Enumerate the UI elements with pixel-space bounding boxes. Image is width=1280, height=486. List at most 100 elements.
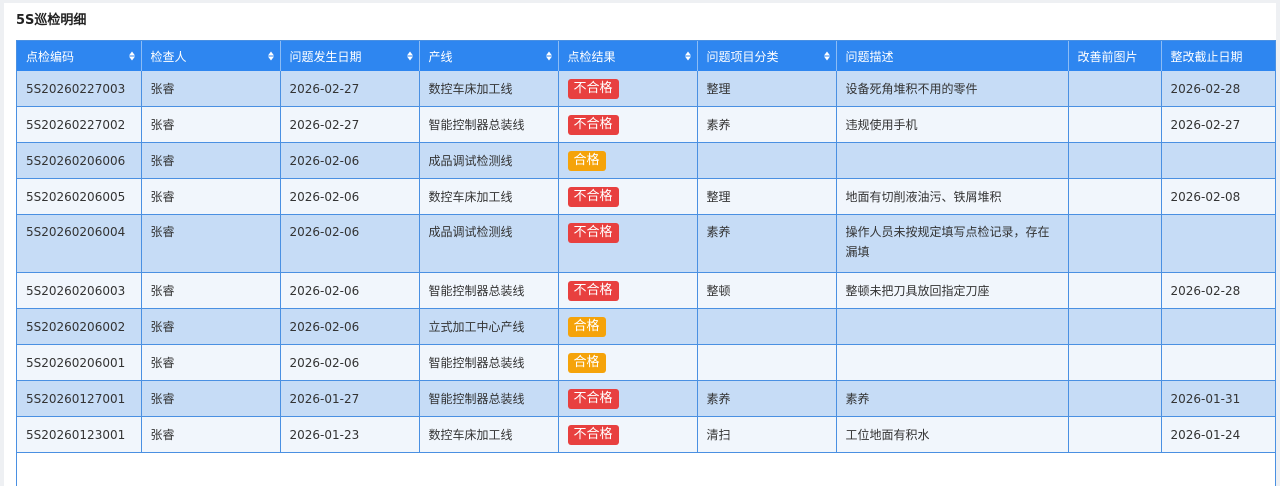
result-badge: 不合格 <box>567 79 619 99</box>
table-row[interactable]: 5S20260227002 张睿 2026-02-27 智能控制器总装线 不合格 素养 违规… <box>17 106 1275 143</box>
cell-image <box>1068 71 1162 107</box>
column-header-code[interactable]: 点检编码 <box>17 41 142 71</box>
table-row[interactable]: 5S20260127001 张睿 2026-01-27 智能控制器总装线 不合格 素养 素养… <box>17 380 1275 417</box>
cell-deadline <box>1161 344 1275 381</box>
cell-description: 素养 <box>836 380 1069 417</box>
cell-category: 清扫 <box>697 416 837 453</box>
cell-result: 不合格 <box>558 178 698 215</box>
cell-category: 整顿 <box>697 272 837 309</box>
cell-code: 5S20260206002 <box>17 308 142 345</box>
cell-inspector: 张睿 <box>141 178 281 215</box>
result-badge: 不合格 <box>567 425 619 445</box>
cell-description: 违规使用手机 <box>836 106 1069 143</box>
result-badge: 不合格 <box>567 187 619 207</box>
cell-category: 素养 <box>697 106 837 143</box>
cell-line: 立式加工中心产线 <box>419 308 559 345</box>
column-header-label: 问题发生日期 <box>289 49 362 64</box>
column-header-inspector[interactable]: 检查人 <box>141 41 281 71</box>
cell-code: 5S20260123001 <box>17 416 142 453</box>
cell-image <box>1068 416 1162 453</box>
result-badge: 不合格 <box>567 281 619 301</box>
column-header-description: 问题描述 <box>836 41 1069 71</box>
column-header-label: 整改截止日期 <box>1170 49 1243 64</box>
inspection-table: 点检编码 检查人 问题发生日期 产线 点检结果 问题项目分类 问题描述 改善前图… <box>17 41 1275 453</box>
inspection-table-container[interactable]: 点检编码 检查人 问题发生日期 产线 点检结果 问题项目分类 问题描述 改善前图… <box>16 40 1276 486</box>
table-row[interactable]: 5S20260206001 张睿 2026-02-06 智能控制器总装线 合格 <box>17 344 1275 381</box>
inspection-detail-panel: 5S巡检明细 点检编码 检查人 问题发生日期 产线 点检结果 问题项目分类 问题… <box>4 3 1276 486</box>
sort-icon[interactable] <box>406 51 413 61</box>
cell-deadline: 2026-01-24 <box>1161 416 1275 453</box>
result-badge: 合格 <box>567 151 606 171</box>
cell-date: 2026-02-27 <box>280 71 420 107</box>
cell-result: 合格 <box>558 308 698 345</box>
cell-deadline: 2026-02-27 <box>1161 106 1275 143</box>
cell-deadline: 2026-02-28 <box>1161 71 1275 107</box>
sort-icon[interactable] <box>684 51 691 61</box>
cell-code: 5S20260206005 <box>17 178 142 215</box>
cell-description <box>836 344 1069 381</box>
cell-code: 5S20260206004 <box>17 214 142 273</box>
table-row[interactable]: 5S20260123001 张睿 2026-01-23 数控车床加工线 不合格 清扫 工位地… <box>17 416 1275 453</box>
cell-image <box>1068 178 1162 215</box>
cell-result: 不合格 <box>558 272 698 309</box>
cell-date: 2026-02-06 <box>280 344 420 381</box>
cell-inspector: 张睿 <box>141 214 281 273</box>
cell-date: 2026-02-27 <box>280 106 420 143</box>
cell-inspector: 张睿 <box>141 106 281 143</box>
cell-deadline <box>1161 142 1275 179</box>
column-header-label: 改善前图片 <box>1077 49 1138 64</box>
cell-date: 2026-01-27 <box>280 380 420 417</box>
column-header-category[interactable]: 问题项目分类 <box>697 41 837 71</box>
cell-description: 整顿未把刀具放回指定刀座 <box>836 272 1069 309</box>
table-row[interactable]: 5S20260206006 张睿 2026-02-06 成品调试检测线 合格 <box>17 142 1275 179</box>
column-header-date[interactable]: 问题发生日期 <box>280 41 420 71</box>
result-badge: 不合格 <box>567 115 619 135</box>
cell-description: 工位地面有积水 <box>836 416 1069 453</box>
cell-image <box>1068 308 1162 345</box>
table-row[interactable]: 5S20260206003 张睿 2026-02-06 智能控制器总装线 不合格 整顿 整顿… <box>17 272 1275 309</box>
cell-inspector: 张睿 <box>141 380 281 417</box>
cell-code: 5S20260206006 <box>17 142 142 179</box>
column-header-line[interactable]: 产线 <box>419 41 559 71</box>
table-row[interactable]: 5S20260227003 张睿 2026-02-27 数控车床加工线 不合格 整理 设备死… <box>17 71 1275 107</box>
table-row[interactable]: 5S20260206005 张睿 2026-02-06 数控车床加工线 不合格 整理 地面有… <box>17 178 1275 215</box>
cell-code: 5S20260227002 <box>17 106 142 143</box>
cell-category <box>697 142 837 179</box>
cell-line: 数控车床加工线 <box>419 71 559 107</box>
cell-image <box>1068 214 1162 273</box>
cell-description <box>836 308 1069 345</box>
cell-inspector: 张睿 <box>141 344 281 381</box>
column-header-image: 改善前图片 <box>1068 41 1162 71</box>
cell-result: 不合格 <box>558 71 698 107</box>
result-badge: 合格 <box>567 317 606 337</box>
cell-deadline: 2026-01-31 <box>1161 380 1275 417</box>
cell-result: 不合格 <box>558 106 698 143</box>
sort-icon[interactable] <box>128 51 135 61</box>
cell-inspector: 张睿 <box>141 71 281 107</box>
column-header-result[interactable]: 点检结果 <box>558 41 698 71</box>
sort-icon[interactable] <box>823 51 830 61</box>
cell-result: 合格 <box>558 344 698 381</box>
cell-result: 不合格 <box>558 380 698 417</box>
table-row[interactable]: 5S20260206004 张睿 2026-02-06 成品调试检测线 不合格 素养 操作人… <box>17 214 1275 273</box>
sort-icon[interactable] <box>267 51 274 61</box>
cell-code: 5S20260206001 <box>17 344 142 381</box>
column-header-label: 问题描述 <box>845 49 894 64</box>
column-header-label: 点检结果 <box>567 49 616 64</box>
cell-description: 操作人员未按规定填写点检记录，存在漏填 <box>836 214 1069 273</box>
cell-result: 不合格 <box>558 214 698 273</box>
cell-date: 2026-02-06 <box>280 214 420 273</box>
cell-code: 5S20260206003 <box>17 272 142 309</box>
cell-result: 合格 <box>558 142 698 179</box>
cell-description: 设备死角堆积不用的零件 <box>836 71 1069 107</box>
sort-icon[interactable] <box>545 51 552 61</box>
cell-description <box>836 142 1069 179</box>
cell-description: 地面有切削液油污、铁屑堆积 <box>836 178 1069 215</box>
cell-category: 整理 <box>697 178 837 215</box>
cell-inspector: 张睿 <box>141 272 281 309</box>
cell-line: 数控车床加工线 <box>419 416 559 453</box>
table-row[interactable]: 5S20260206002 张睿 2026-02-06 立式加工中心产线 合格 <box>17 308 1275 345</box>
cell-date: 2026-02-06 <box>280 308 420 345</box>
cell-line: 数控车床加工线 <box>419 178 559 215</box>
cell-deadline: 2026-02-08 <box>1161 178 1275 215</box>
